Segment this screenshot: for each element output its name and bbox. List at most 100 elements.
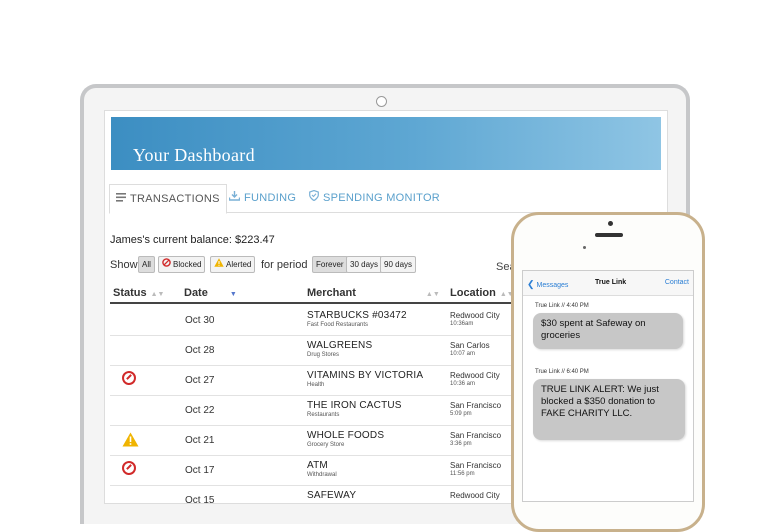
column-location[interactable]: Location ▲▼ [450,287,514,299]
period-90-days-button[interactable]: 90 days [380,256,417,273]
location-cell: San Francisco 11:56 pm [450,461,501,477]
filter-all-button[interactable]: All [138,256,155,273]
table-row[interactable]: Oct 28 WALGREENS Drug Stores San Carlos 10:0… [110,335,530,366]
merchant-cell: ATM Withdrawal [307,460,337,478]
tab-label: TRANSACTIONS [130,193,220,205]
merchant-name: WHOLE FOODS [307,430,385,441]
location-time: 10:36 am [450,381,476,387]
merchant-name: SAFEWAY [307,490,357,501]
merchant-category: Drug Stores [307,352,340,358]
message-bubble: TRUE LINK ALERT: We just blocked a $350 … [533,379,685,440]
show-label: Show [110,259,138,271]
merchant-category: Fast Food Restaurants [307,322,369,328]
column-location-label: Location [450,287,496,299]
location-city: San Francisco [450,461,502,470]
table-row[interactable]: Oct 17 ATM Withdrawal San Francisco 11:56 pm [110,455,530,486]
sort-desc-icon: ▼ [229,291,237,298]
merchant-cell: THE IRON CACTUS Restaurants [307,400,402,418]
location-city: Redwood City [450,371,500,380]
filter-alerted-button[interactable]: Alerted [210,256,256,273]
location-time: 10:36am [450,321,474,327]
location-cell: Redwood City [450,491,500,501]
merchant-name: WALGREENS [307,340,373,351]
merchant-cell: VITAMINS BY VICTORIA Health [307,370,423,388]
phone-camera-icon [608,221,613,226]
tab-spending-monitor[interactable]: SPENDING MONITOR [309,184,440,212]
location-cell: Redwood City 10:36am [450,311,500,327]
column-date-label: Date [184,287,208,299]
merchant-cell: STARBUCKS #03472 Fast Food Restaurants [307,310,407,328]
location-city: San Francisco [450,431,502,440]
location-city: Redwood City [450,491,500,500]
merchant-category: Restaurants [307,412,340,418]
column-date[interactable]: Date ▼ [184,287,237,299]
location-time: 11:56 pm [450,471,475,477]
merchant-name: VITAMINS BY VICTORIA [307,370,424,381]
merchant-cell: WHOLE FOODS Grocery Store [307,430,384,448]
list-icon [116,185,126,213]
period-forever-button[interactable]: Forever [312,256,348,273]
contact-button[interactable]: Contact [665,279,689,286]
filter-alerted-label: Alerted [226,260,252,269]
message-meta: True Link // 6:40 PM [535,369,589,375]
location-cell: San Francisco 5:09 pm [450,401,501,417]
blocked-icon [122,371,136,385]
table-row[interactable]: Oct 30 STARBUCKS #03472 Fast Food Restaura… [110,305,530,336]
blocked-icon [162,256,171,273]
alert-icon [122,432,139,452]
transaction-date: Oct 30 [185,315,215,326]
download-icon [228,184,241,212]
transaction-date: Oct 28 [185,345,215,356]
tab-funding[interactable]: FUNDING [228,184,297,212]
messages-nav-bar: ❮ Messages True Link Contact [523,271,693,296]
balance-text: James's current balance: $223.47 [110,234,275,246]
tab-transactions[interactable]: TRANSACTIONS [109,184,227,214]
back-button[interactable]: ❮ Messages [527,279,568,290]
transaction-date: Oct 27 [185,375,215,386]
column-status[interactable]: Status ▲▼ [113,287,164,299]
location-time: 3:36 pm [450,441,472,447]
message-bubble: $30 spent at Safeway on groceries [533,313,683,349]
merchant-name: ATM [307,460,328,471]
tab-label: FUNDING [244,192,297,204]
column-merchant[interactable]: Merchant ▲▼ [307,287,440,299]
table-header: Status ▲▼ Date ▼ Merchant ▲▼ Location ▲▼ [110,285,530,304]
merchant-cell: WALGREENS Drug Stores [307,340,372,358]
transaction-date: Oct 15 [185,495,215,504]
tab-label: SPENDING MONITOR [323,192,441,204]
transaction-date: Oct 21 [185,435,215,446]
shield-icon [309,184,319,212]
conversation-title: True Link [595,279,627,286]
merchant-cell: SAFEWAY [307,490,356,502]
location-cell: San Carlos 10:07 am [450,341,490,357]
message-meta: True Link // 4:40 PM [535,303,589,309]
filter-blocked-button[interactable]: Blocked [158,256,206,273]
period-30-label: 30 days [350,260,379,269]
alert-icon [214,256,224,273]
phone-sensor [583,246,586,249]
sort-icon: ▲▼ [425,291,440,298]
location-time: 5:09 pm [450,411,472,417]
page-title: Your Dashboard [133,145,255,165]
filter-blocked-label: Blocked [173,260,202,269]
table-row[interactable]: Oct 15 SAFEWAY Redwood City [110,485,530,504]
table-row[interactable]: Oct 21 WHOLE FOODS Grocery Store San Franci… [110,425,530,456]
transaction-date: Oct 22 [185,405,215,416]
table-row[interactable]: Oct 27 VITAMINS BY VICTORIA Health Redwood … [110,365,530,396]
location-cell: Redwood City 10:36 am [450,371,500,387]
merchant-category: Health [307,382,325,388]
merchant-category: Withdrawal [307,472,337,478]
location-city: San Carlos [450,341,490,350]
dashboard-banner: Your Dashboard [111,117,661,170]
period-30-days-button[interactable]: 30 days [346,256,383,273]
merchant-name: STARBUCKS #03472 [307,310,407,321]
transaction-date: Oct 17 [185,465,215,476]
phone-speaker [595,233,623,237]
table-row[interactable]: Oct 22 THE IRON CACTUS Restaurants San Fran… [110,395,530,426]
period-90-label: 90 days [384,260,413,269]
merchant-category: Grocery Store [307,442,345,448]
phone-screen: ❮ Messages True Link Contact True Link /… [522,270,694,502]
back-label: Messages [536,282,569,289]
chevron-left-icon: ❮ [527,279,535,289]
merchant-name: THE IRON CACTUS [307,400,402,411]
